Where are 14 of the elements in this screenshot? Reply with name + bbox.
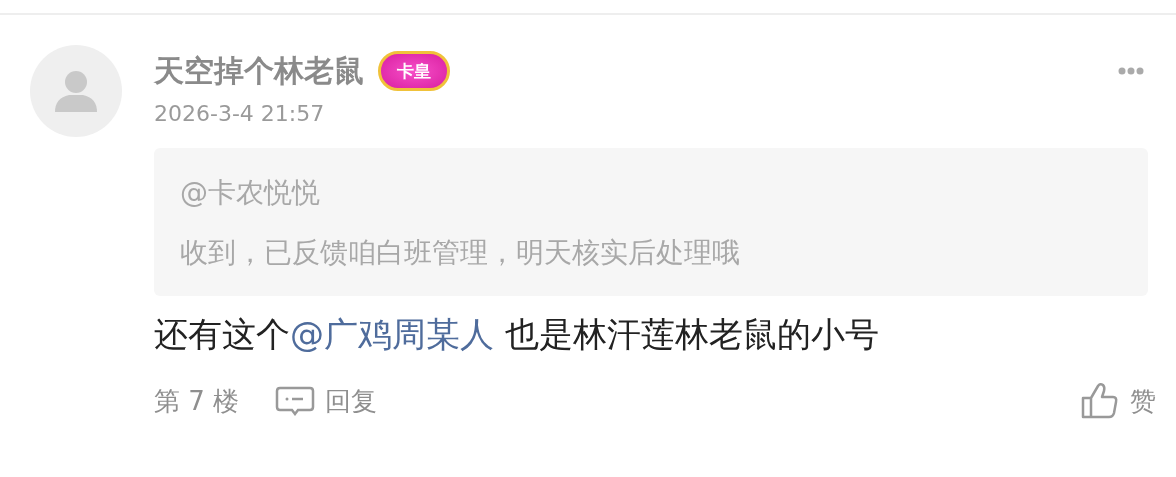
post-time: 2026-3-4 21:57 xyxy=(154,101,326,126)
reply-button[interactable]: 回复 xyxy=(275,383,378,419)
quoted-user: @卡农悦悦 xyxy=(180,175,321,211)
person-icon xyxy=(53,68,99,114)
floor-number: 第 7 楼 xyxy=(154,384,240,418)
mention-link[interactable]: @广鸡周某人 xyxy=(290,314,494,354)
comment-text: 还有这个@广鸡周某人 也是林汗莲林老鼠的小号 xyxy=(154,313,880,356)
username[interactable]: 天空掉个林老鼠 xyxy=(154,50,364,92)
thumbs-up-icon xyxy=(1080,382,1120,420)
level-badge: 卡皇 xyxy=(378,51,450,91)
like-button[interactable]: 赞 xyxy=(1080,382,1156,420)
more-icon[interactable] xyxy=(1118,67,1144,75)
quoted-text: 收到，已反馈咱白班管理，明天核实后处理哦 xyxy=(180,235,741,271)
comment-icon xyxy=(275,386,316,416)
